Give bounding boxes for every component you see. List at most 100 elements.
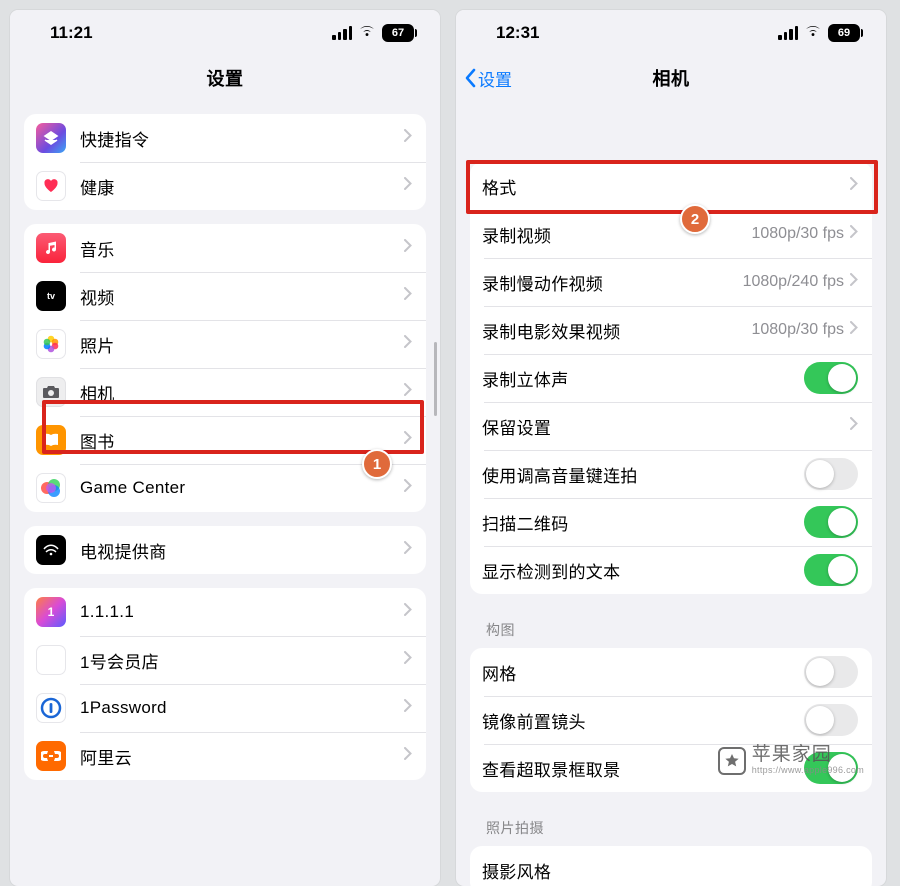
settings-group-1: 快捷指令 健康 — [24, 114, 426, 210]
row-preserve-settings[interactable]: 保留设置 — [470, 402, 872, 450]
switch-detected-text[interactable] — [804, 554, 858, 586]
row-record-cinematic[interactable]: 录制电影效果视频 1080p/30 fps — [470, 306, 872, 354]
battery-icon: 67 — [382, 24, 414, 42]
status-time: 12:31 — [496, 23, 539, 43]
page-title: 设置 — [207, 65, 244, 91]
app-1111-icon: 1 — [36, 597, 66, 627]
row-view-outside-frame[interactable]: 查看超取景框取景 — [470, 744, 872, 792]
row-label: 网格 — [482, 660, 804, 685]
switch-view-outside-frame[interactable] — [804, 752, 858, 784]
app-aliyun-icon — [36, 741, 66, 771]
photos-icon — [36, 329, 66, 359]
row-label: 格式 — [482, 174, 850, 199]
camera-icon — [36, 377, 66, 407]
row-camera[interactable]: 相机 — [24, 368, 426, 416]
camera-group-composition: 网格 镜像前置镜头 查看超取景框取景 — [470, 648, 872, 792]
row-photos[interactable]: 照片 — [24, 320, 426, 368]
row-shortcuts[interactable]: 快捷指令 — [24, 114, 426, 162]
comparison-stage: 11:21 67 设置 快捷指令 — [0, 0, 900, 886]
row-value: 1080p/30 fps — [751, 225, 844, 243]
wifi-icon — [358, 23, 376, 43]
music-icon — [36, 233, 66, 263]
row-record-video[interactable]: 录制视频 1080p/30 fps — [470, 210, 872, 258]
row-scan-qr[interactable]: 扫描二维码 — [470, 498, 872, 546]
row-detected-text[interactable]: 显示检测到的文本 — [470, 546, 872, 594]
row-label: 镜像前置镜头 — [482, 708, 804, 733]
row-label: 电视提供商 — [80, 538, 404, 563]
row-label: 保留设置 — [482, 414, 850, 439]
section-capture: 照片拍摄 — [486, 818, 856, 838]
switch-scan-qr[interactable] — [804, 506, 858, 538]
switch-grid[interactable] — [804, 656, 858, 688]
settings-group-3: 电视提供商 — [24, 526, 426, 574]
row-value: 1080p/240 fps — [743, 273, 844, 291]
row-record-stereo[interactable]: 录制立体声 — [470, 354, 872, 402]
nav-bar: 设置 相机 — [456, 56, 886, 100]
chevron-right-icon — [404, 239, 412, 257]
chevron-right-icon — [404, 287, 412, 305]
row-music[interactable]: 音乐 — [24, 224, 426, 272]
chevron-right-icon — [404, 603, 412, 621]
settings-group-4: 1 1.1.1.1 1 1号会员店 1Password — [24, 588, 426, 780]
row-label: 录制立体声 — [482, 366, 804, 391]
row-1hao[interactable]: 1 1号会员店 — [24, 636, 426, 684]
row-health[interactable]: 健康 — [24, 162, 426, 210]
game-center-icon — [36, 473, 66, 503]
back-button[interactable]: 设置 — [464, 56, 512, 100]
row-label: 录制视频 — [482, 222, 751, 247]
screenshot-camera-settings: 12:31 69 设置 相机 格式 — [456, 10, 886, 886]
chevron-right-icon — [404, 335, 412, 353]
status-bar: 12:31 69 — [456, 10, 886, 56]
row-label: 1号会员店 — [80, 648, 404, 673]
row-label: 显示检测到的文本 — [482, 558, 804, 583]
row-label: 1Password — [80, 698, 404, 718]
chevron-right-icon — [404, 651, 412, 669]
page-title: 相机 — [653, 65, 690, 91]
tv-provider-icon — [36, 535, 66, 565]
switch-record-stereo[interactable] — [804, 362, 858, 394]
switch-volume-burst[interactable] — [804, 458, 858, 490]
chevron-right-icon — [404, 479, 412, 497]
row-label: 音乐 — [80, 236, 404, 261]
row-photo-styles[interactable]: 摄影风格 — [470, 846, 872, 886]
row-1password[interactable]: 1Password — [24, 684, 426, 732]
row-value: 1080p/30 fps — [751, 321, 844, 339]
row-record-slomo[interactable]: 录制慢动作视频 1080p/240 fps — [470, 258, 872, 306]
chevron-right-icon — [404, 383, 412, 401]
row-mirror-front[interactable]: 镜像前置镜头 — [470, 696, 872, 744]
row-label: 使用调高音量键连拍 — [482, 462, 804, 487]
row-aliyun[interactable]: 阿里云 — [24, 732, 426, 780]
row-grid[interactable]: 网格 — [470, 648, 872, 696]
row-formats[interactable]: 格式 — [470, 162, 872, 210]
annotation-badge-2: 2 — [680, 204, 710, 234]
row-label: 阿里云 — [80, 744, 404, 769]
row-tv-provider[interactable]: 电视提供商 — [24, 526, 426, 574]
chevron-right-icon — [850, 177, 858, 195]
nav-bar: 设置 — [10, 56, 440, 100]
health-icon — [36, 171, 66, 201]
switch-mirror-front[interactable] — [804, 704, 858, 736]
row-label: 视频 — [80, 284, 404, 309]
chevron-right-icon — [404, 747, 412, 765]
battery-icon: 69 — [828, 24, 860, 42]
row-label: Game Center — [80, 478, 404, 498]
shortcuts-icon — [36, 123, 66, 153]
chevron-right-icon — [404, 541, 412, 559]
row-1111[interactable]: 1 1.1.1.1 — [24, 588, 426, 636]
settings-scroll[interactable]: 快捷指令 健康 音乐 — [10, 100, 440, 886]
row-volume-burst[interactable]: 使用调高音量键连拍 — [470, 450, 872, 498]
section-composition: 构图 — [486, 620, 856, 640]
row-tv[interactable]: tv 视频 — [24, 272, 426, 320]
row-label: 扫描二维码 — [482, 510, 804, 535]
books-icon — [36, 425, 66, 455]
row-label: 1.1.1.1 — [80, 602, 404, 622]
row-label: 摄影风格 — [482, 858, 858, 883]
cellular-icon — [778, 26, 798, 40]
screenshot-settings-root: 11:21 67 设置 快捷指令 — [10, 10, 440, 886]
camera-scroll[interactable]: 格式 录制视频 1080p/30 fps 录制慢动作视频 1080p/240 f… — [456, 100, 886, 886]
chevron-right-icon — [850, 273, 858, 291]
chevron-right-icon — [404, 129, 412, 147]
back-label: 设置 — [478, 66, 512, 91]
annotation-badge-1: 1 — [362, 449, 392, 479]
status-bar: 11:21 67 — [10, 10, 440, 56]
